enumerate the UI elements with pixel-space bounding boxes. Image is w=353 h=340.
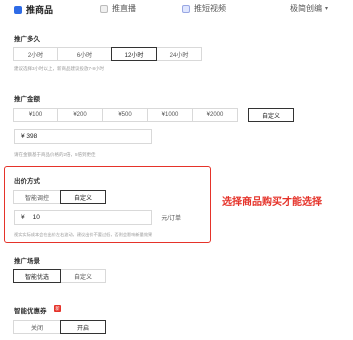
budget-input-value: ¥ 398 (21, 133, 38, 140)
budget-input[interactable]: ¥ 398 (14, 129, 152, 144)
budget-option-500[interactable]: ¥500 (102, 108, 148, 122)
bid-input[interactable]: ¥ 10 元/订单 (14, 210, 181, 225)
chevron-down-icon: ▾ (325, 6, 329, 12)
duration-title: 推广多久 (14, 36, 40, 43)
tab-promote-short-video[interactable]: 推短视频 (182, 3, 226, 14)
bid-option-custom[interactable]: 自定义 (60, 190, 106, 204)
coupon-options: 关闭 开启 (13, 320, 106, 334)
duration-option-24h[interactable]: 24小时 (156, 47, 202, 61)
tab-promote-product[interactable]: 推商品 (14, 3, 53, 16)
top-tabs: 推商品 推直播 推短视频 极简创编 ▾ (0, 0, 353, 18)
strategy-option-custom[interactable]: 自定义 (60, 269, 106, 283)
coupon-option-on[interactable]: 开启 (60, 320, 106, 334)
bid-title: 出价方式 (14, 178, 40, 185)
budget-hint: 请在金额基于商品价格的2倍，5倍到更佳 (14, 152, 96, 157)
duration-hint: 建议选择3小时以上，新商品建议投放7-8小时 (14, 66, 105, 71)
bid-options: 智能调控 自定义 (13, 190, 106, 204)
bid-option-smart[interactable]: 智能调控 (13, 190, 61, 204)
strategy-title: 推广场景 (14, 258, 40, 265)
duration-option-6h[interactable]: 6小时 (57, 47, 112, 61)
currency-prefix: ¥ (21, 214, 25, 221)
duration-option-12h[interactable]: 12小时 (111, 47, 157, 61)
product-icon (14, 5, 22, 14)
tab-label: 推直播 (112, 4, 136, 13)
live-icon (100, 4, 108, 13)
budget-option-1000[interactable]: ¥1000 (147, 108, 193, 122)
tab-label: 推短视频 (194, 4, 226, 13)
budget-options: ¥100 ¥200 ¥500 ¥1000 ¥2000 (13, 108, 238, 122)
strategy-options: 智能优选 自定义 (13, 269, 106, 283)
budget-option-200[interactable]: ¥200 (57, 108, 103, 122)
coupon-option-off[interactable]: 关闭 (13, 320, 61, 334)
video-icon (182, 4, 190, 13)
annotation-text: 选择商品购买才能选择 (222, 197, 322, 208)
bid-unit: 元/订单 (161, 216, 181, 222)
tab-promote-live[interactable]: 推直播 (100, 3, 136, 14)
budget-title: 推广金额 (14, 96, 40, 103)
duration-option-2h[interactable]: 2小时 (13, 47, 58, 61)
coupon-title: 智能优惠券 (14, 308, 47, 315)
budget-option-2000[interactable]: ¥2000 (192, 108, 238, 122)
budget-option-100[interactable]: ¥100 (13, 108, 58, 122)
bid-hint: 视实实际成本会在出价左右波动，建议出价不要过低，否则会影响新量效果 (14, 232, 153, 237)
bid-input-value: 10 (32, 214, 40, 221)
new-badge: 新 (54, 305, 61, 312)
simple-create-menu[interactable]: 极简创编 ▾ (290, 3, 328, 14)
strategy-option-smart[interactable]: 智能优选 (13, 269, 61, 283)
tab-label: 推商品 (26, 5, 54, 15)
menu-label: 极简创编 (290, 4, 322, 13)
duration-options: 2小时 6小时 12小时 24小时 (13, 47, 202, 61)
budget-custom-wrapper: 自定义 (248, 108, 294, 122)
budget-option-custom[interactable]: 自定义 (248, 108, 294, 122)
